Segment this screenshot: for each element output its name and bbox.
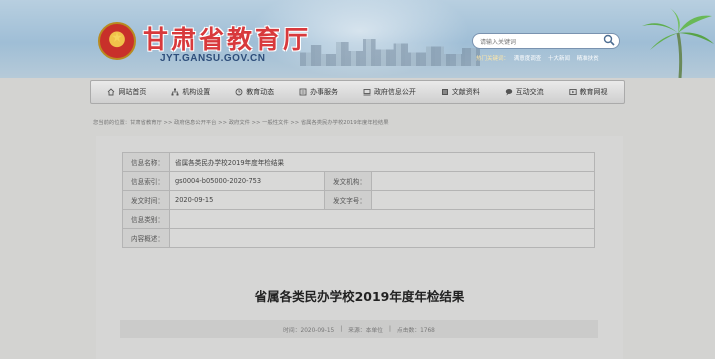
hot-keyword-link[interactable]: 十大新闻 (548, 56, 570, 62)
info-summary-value (169, 228, 595, 248)
hot-keyword-link[interactable]: 精准扶贫 (577, 56, 599, 62)
main-nav: 网站首页 机构设置 教育动态 办事服务 政府信息公开 文献资料 互动交流 教育网… (90, 80, 625, 104)
meta-separator: | (388, 326, 391, 332)
search-icon[interactable] (603, 34, 615, 46)
news-icon (235, 88, 243, 96)
info-name-value: 省属各类民办学校2019年度年检结果 (169, 152, 595, 172)
table-row: 发文时间： 2020-09-15 发文字号： (122, 190, 595, 210)
hot-keyword-link[interactable]: 满意度调查 (514, 56, 542, 62)
nav-item-news[interactable]: 教育动态 (235, 87, 274, 97)
breadcrumb[interactable]: 您当前的位置：甘肃省教育厅 >> 政府信息公开平台 >> 政府文件 >> 一般性… (93, 118, 389, 126)
table-row: 信息索引： gs0004-b05000-2020-753 发文机构： (122, 171, 595, 191)
nav-item-org[interactable]: 机构设置 (171, 87, 210, 97)
info-category-value (169, 209, 595, 229)
national-emblem-icon (98, 22, 136, 60)
org-icon (171, 88, 179, 96)
video-icon (568, 89, 577, 95)
home-icon (108, 88, 115, 96)
nav-item-label: 网站首页 (118, 88, 147, 96)
article-title: 省属各类民办学校2019年度年检结果 (254, 289, 465, 304)
search-input[interactable]: 请输入关键词 (472, 33, 620, 49)
site-title[interactable]: 甘肃省教育厅 (143, 20, 311, 56)
nav-item-label: 教育网视 (579, 88, 608, 96)
nav-item-video[interactable]: 教育网视 (568, 87, 608, 97)
info-docno-label: 发文字号： (324, 190, 372, 210)
info-category-label: 信息类别： (122, 209, 170, 229)
table-row: 信息名称： 省属各类民办学校2019年度年检结果 (122, 152, 595, 172)
article-clicks: 点击数：1768 (396, 327, 435, 334)
hot-keywords-label: 热门关键词： (476, 56, 510, 62)
table-row: 信息类别： (122, 209, 595, 229)
info-index-label: 信息索引： (122, 171, 170, 191)
disclosure-icon (363, 89, 371, 96)
nav-item-label: 文献资料 (451, 88, 480, 96)
nav-item-label: 政府信息公开 (373, 88, 416, 96)
info-name-label: 信息名称： (122, 152, 170, 172)
palm-tree-decoration (642, 8, 714, 78)
hot-keywords: 热门关键词： 满意度调查 十大新闻 精准扶贫 (476, 54, 604, 62)
info-issuer-value (371, 171, 595, 191)
site-url: JYT.GANSU.GOV.CN (160, 53, 266, 64)
chat-icon (505, 89, 512, 96)
service-icon (299, 88, 307, 96)
article-time: 时间：2020-09-15 (283, 327, 335, 334)
info-docno-value (371, 190, 595, 210)
info-table: 信息名称： 省属各类民办学校2019年度年检结果 信息索引： gs0004-b0… (122, 152, 595, 248)
info-summary-label: 内容概述： (122, 228, 170, 248)
nav-item-disclosure[interactable]: 政府信息公开 (363, 87, 416, 97)
article-meta-bar: 时间：2020-09-15 | 来源：本单位 | 点击数：1768 (120, 320, 598, 338)
info-date-label: 发文时间： (122, 190, 170, 210)
info-index-value: gs0004-b05000-2020-753 (169, 171, 325, 191)
nav-item-label: 机构设置 (182, 88, 211, 96)
table-row: 内容概述： (122, 228, 595, 248)
nav-item-label: 互动交流 (515, 88, 544, 96)
meta-separator: | (340, 326, 343, 332)
info-issuer-label: 发文机构： (324, 171, 372, 191)
document-icon (441, 89, 448, 95)
nav-item-home[interactable]: 网站首页 (107, 87, 146, 97)
nav-item-interaction[interactable]: 互动交流 (505, 87, 544, 97)
article-source: 来源：本单位 (348, 327, 383, 334)
nav-item-documents[interactable]: 文献资料 (441, 87, 480, 97)
nav-item-label: 教育动态 (246, 88, 275, 96)
info-date-value: 2020-09-15 (169, 190, 325, 210)
nav-item-service[interactable]: 办事服务 (299, 87, 338, 97)
nav-item-label: 办事服务 (310, 88, 339, 96)
site-header: 甘肃省教育厅 JYT.GANSU.GOV.CN 请输入关键词 热门关键词： 满意… (0, 0, 715, 78)
